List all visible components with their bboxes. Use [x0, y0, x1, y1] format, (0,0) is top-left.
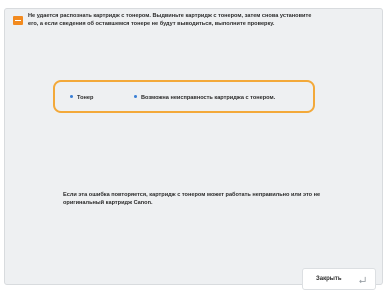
close-button[interactable]: Закрыть [302, 268, 376, 290]
list-item-label: Тонер [77, 95, 94, 101]
note-text: Если эта ошибка повторяется, картридж с … [63, 192, 321, 206]
error-dialog: Не удается распознать картридж с тонером… [4, 8, 383, 290]
enter-key-icon [359, 276, 366, 284]
error-message: Не удается распознать картридж с тонером… [28, 13, 312, 27]
list-item-cartridge-fault: Возможна неисправность картриджа с тонер… [134, 94, 275, 102]
warning-icon [13, 16, 23, 25]
bullet-icon [70, 95, 73, 99]
bullet-icon [134, 95, 137, 99]
list-item-label: Возможна неисправность картриджа с тонер… [141, 95, 276, 101]
close-button-label: Закрыть [316, 276, 342, 282]
list-item-toner: Тонер [70, 94, 93, 102]
